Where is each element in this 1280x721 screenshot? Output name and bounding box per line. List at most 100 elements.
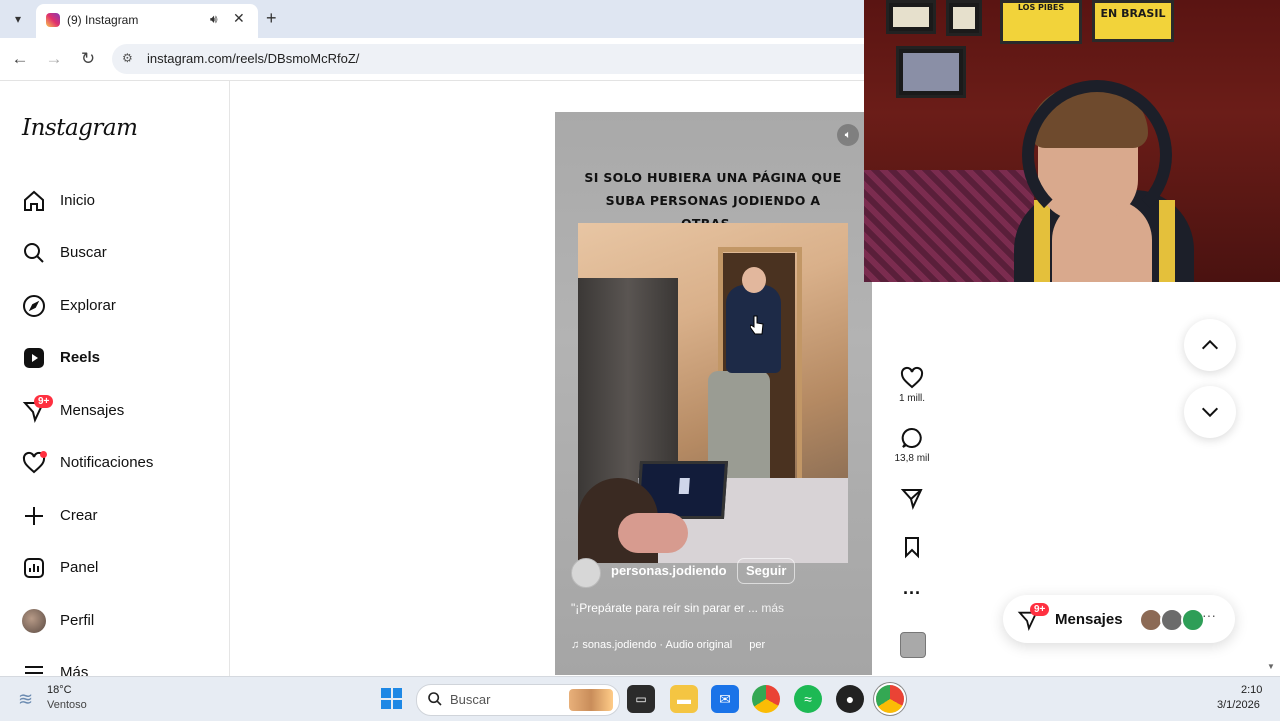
comment-icon[interactable] <box>900 426 924 450</box>
sidebar-item-label: Perfil <box>60 612 95 629</box>
music-note-icon: ♫ <box>571 639 580 651</box>
sidebar-item-notificaciones[interactable]: Notificaciones <box>22 447 222 483</box>
reel-description-text: "¡Prepárate para reír sin parar er ... <box>571 601 759 615</box>
plus-icon <box>25 507 43 525</box>
url-text[interactable]: instagram.com/reels/DBsmoMcRfoZ/ <box>147 51 359 66</box>
wall-poster-1: LOS PIBES <box>1000 0 1082 44</box>
chrome-icon[interactable] <box>752 685 780 713</box>
video-laptop-screen <box>678 478 690 494</box>
sidebar-item-explorar[interactable]: Explorar <box>22 290 222 326</box>
reel-author-avatar[interactable] <box>571 558 601 588</box>
sidebar-item-crear[interactable]: Crear <box>22 500 222 536</box>
wind-weather-icon[interactable]: ≋ <box>18 689 33 710</box>
sidebar-item-mensajes[interactable]: 9+ Mensajes <box>22 395 222 431</box>
follow-button[interactable]: Seguir <box>737 558 796 584</box>
chevron-up-icon <box>1201 339 1219 350</box>
sidebar-item-reels[interactable]: Reels <box>22 342 222 378</box>
speaker-icon[interactable]: 🔊︎ <box>210 12 218 27</box>
chart-icon <box>24 558 44 578</box>
search-highlight-image <box>569 689 613 711</box>
jersey-stripe <box>1159 200 1175 282</box>
tab-search-button[interactable]: ▾ <box>6 7 30 31</box>
browser-tab[interactable]: (9) Instagram 🔊︎ ✕ <box>36 4 258 38</box>
share-action[interactable] <box>893 486 931 510</box>
windows-start-icon[interactable] <box>381 688 402 709</box>
spotify-icon[interactable]: ≈ <box>794 685 822 713</box>
like-count: 1 mill. <box>898 393 926 404</box>
taskbar-search[interactable]: Buscar <box>416 684 620 716</box>
address-bar[interactable]: ⚙︎ instagram.com/reels/DBsmoMcRfoZ/ <box>112 44 872 74</box>
menu-icon <box>25 666 43 674</box>
jersey-stripe <box>1034 200 1050 282</box>
sidebar-item-mas[interactable]: Más <box>22 657 222 676</box>
more-link[interactable]: más <box>761 601 784 615</box>
reels-icon <box>24 348 44 368</box>
reel-audio-text: sonas.jodiendo · Audio original <box>582 639 733 651</box>
sidebar-item-label: Panel <box>60 559 99 576</box>
taskbar-search-label: Buscar <box>450 692 491 707</box>
heart-icon[interactable] <box>900 366 924 390</box>
reel-audio-tail: per <box>749 639 766 651</box>
file-explorer-icon[interactable]: ▬ <box>670 685 698 713</box>
search-icon <box>24 243 44 263</box>
next-reel-button[interactable] <box>1184 386 1236 438</box>
messages-label: Mensajes <box>1055 611 1123 628</box>
windows-taskbar: ≋ 18°C Ventoso Buscar ▭ ▬ ✉ ≈ ● 2:10 3/1… <box>0 676 1280 721</box>
sidebar-item-label: Notificaciones <box>60 454 154 471</box>
save-action[interactable] <box>893 535 931 559</box>
outlook-icon[interactable]: ✉ <box>711 685 739 713</box>
app-icon[interactable]: ● <box>836 685 864 713</box>
bookmark-icon[interactable] <box>900 535 924 559</box>
clock-date[interactable]: 3/1/2026 <box>1217 699 1260 711</box>
notification-dot <box>40 451 47 458</box>
sidebar-item-panel[interactable]: Panel <box>22 552 222 588</box>
webcam-blanket <box>864 170 1034 282</box>
scroll-down-arrow-icon[interactable]: ▼ <box>1267 662 1275 671</box>
comment-action[interactable]: 13,8 mil <box>893 426 931 464</box>
back-button[interactable]: ← <box>8 47 32 71</box>
more-options-icon[interactable]: ··· <box>893 583 931 603</box>
sidebar-item-buscar[interactable]: Buscar <box>22 237 222 273</box>
search-icon <box>428 692 442 706</box>
audio-thumbnail[interactable] <box>900 632 926 658</box>
site-info-icon[interactable]: ⚙︎ <box>122 51 133 65</box>
wall-frame <box>886 0 936 34</box>
reel-video-frame[interactable] <box>578 223 848 563</box>
task-view-icon[interactable]: ▭ <box>627 685 655 713</box>
reel-author-name[interactable]: personas.jodiendo <box>611 563 727 578</box>
sidebar-item-label: Buscar <box>60 244 107 261</box>
compass-icon <box>23 295 45 317</box>
video-person-head <box>742 267 766 293</box>
reload-button[interactable]: ↻ <box>76 47 100 71</box>
avatar-icon <box>22 609 46 633</box>
clock-time[interactable]: 2:10 <box>1241 684 1262 696</box>
reel-description[interactable]: "¡Prepárate para reír sin parar er ... m… <box>571 601 784 615</box>
headset-icon <box>1022 80 1172 230</box>
close-tab-icon[interactable]: ✕ <box>233 10 245 27</box>
browser-toolbar: ← → ↻ ⚙︎ instagram.com/reels/DBsmoMcRfoZ… <box>0 38 872 81</box>
reel-audio-link[interactable]: ♫ sonas.jodiendo · Audio original per <box>571 639 851 661</box>
new-tab-button[interactable]: + <box>266 8 277 29</box>
wall-frame <box>946 0 982 36</box>
sidebar-item-label: Más <box>60 664 89 676</box>
mute-toggle-icon[interactable]: 🔈︎ <box>837 124 859 146</box>
sidebar-item-inicio[interactable]: Inicio <box>22 185 222 221</box>
more-avatars-icon: ··· <box>1202 607 1216 623</box>
sidebar-item-label: Inicio <box>60 192 96 209</box>
video-girl-arm <box>618 513 688 553</box>
sidebar-item-label: Crear <box>60 507 98 524</box>
reel-player[interactable]: 🔈︎ SI SOLO HUBIERA UNA PÁGINA QUE SUBA P… <box>555 112 872 675</box>
forward-button[interactable]: → <box>42 47 66 71</box>
sidebar-item-label: Explorar <box>60 297 116 314</box>
weather-temperature[interactable]: 18°C <box>47 684 72 696</box>
previous-reel-button[interactable] <box>1184 319 1236 371</box>
chrome-profile-icon[interactable] <box>876 685 904 713</box>
webcam-overlay: LOS PIBES EN BRASIL <box>864 0 1280 282</box>
like-action[interactable]: 1 mill. <box>893 366 931 404</box>
weather-description[interactable]: Ventoso <box>47 699 87 711</box>
share-icon[interactable] <box>900 486 924 510</box>
sidebar-item-perfil[interactable]: Perfil <box>22 605 222 641</box>
messages-pill[interactable]: 9+ Mensajes ··· <box>1003 595 1235 643</box>
messages-badge: 9+ <box>1030 603 1050 616</box>
instagram-logo[interactable]: Instagram <box>22 115 138 141</box>
